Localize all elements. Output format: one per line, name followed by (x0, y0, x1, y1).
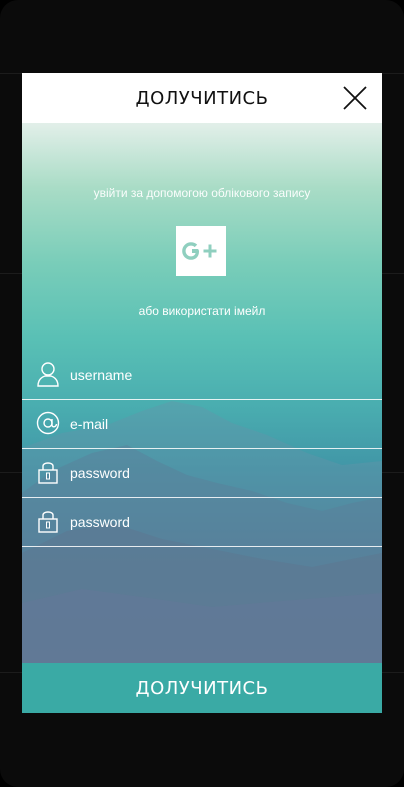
password-field (22, 449, 382, 498)
password-confirm-field (22, 498, 382, 547)
at-sign-icon (36, 411, 60, 435)
email-input[interactable] (70, 414, 360, 434)
modal-header: ДОЛУЧИТИСЬ (22, 73, 382, 123)
modal-title: ДОЛУЧИТИСЬ (135, 87, 269, 109)
signup-modal: ДОЛУЧИТИСЬ увійти за допомогою обліковог… (22, 73, 382, 713)
social-login-prompt: увійти за допомогою облікового запису (93, 186, 311, 200)
password-input[interactable] (70, 463, 360, 483)
password-confirm-input[interactable] (70, 512, 360, 532)
email-field (22, 400, 382, 449)
email-signup-prompt: або використати імейл (138, 304, 266, 318)
user-icon (37, 362, 59, 387)
close-icon[interactable] (342, 85, 368, 111)
google-plus-icon (182, 242, 217, 260)
submit-button[interactable]: ДОЛУЧИТИСЬ (22, 663, 382, 713)
username-field (22, 351, 382, 400)
google-plus-button[interactable] (176, 226, 226, 276)
lock-icon (38, 511, 58, 533)
submit-button-label: ДОЛУЧИТИСЬ (135, 677, 269, 699)
username-input[interactable] (70, 365, 360, 385)
modal-body: увійти за допомогою облікового запису аб… (22, 123, 382, 663)
lock-icon (38, 462, 58, 484)
